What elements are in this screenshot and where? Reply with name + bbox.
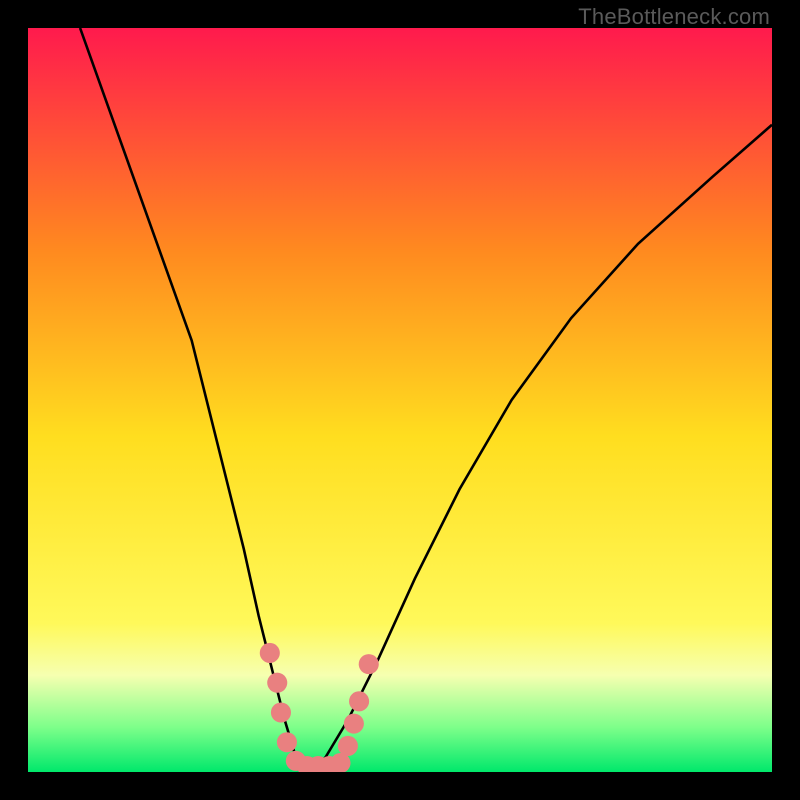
marker-point	[260, 643, 280, 663]
marker-point	[271, 702, 291, 722]
marker-point	[349, 691, 369, 711]
chart-frame	[28, 28, 772, 772]
chart-svg	[28, 28, 772, 772]
chart-background	[28, 28, 772, 772]
marker-point	[359, 654, 379, 674]
marker-point	[267, 673, 287, 693]
watermark-text: TheBottleneck.com	[578, 4, 770, 30]
marker-point	[344, 714, 364, 734]
marker-point	[338, 736, 358, 756]
marker-point	[277, 732, 297, 752]
